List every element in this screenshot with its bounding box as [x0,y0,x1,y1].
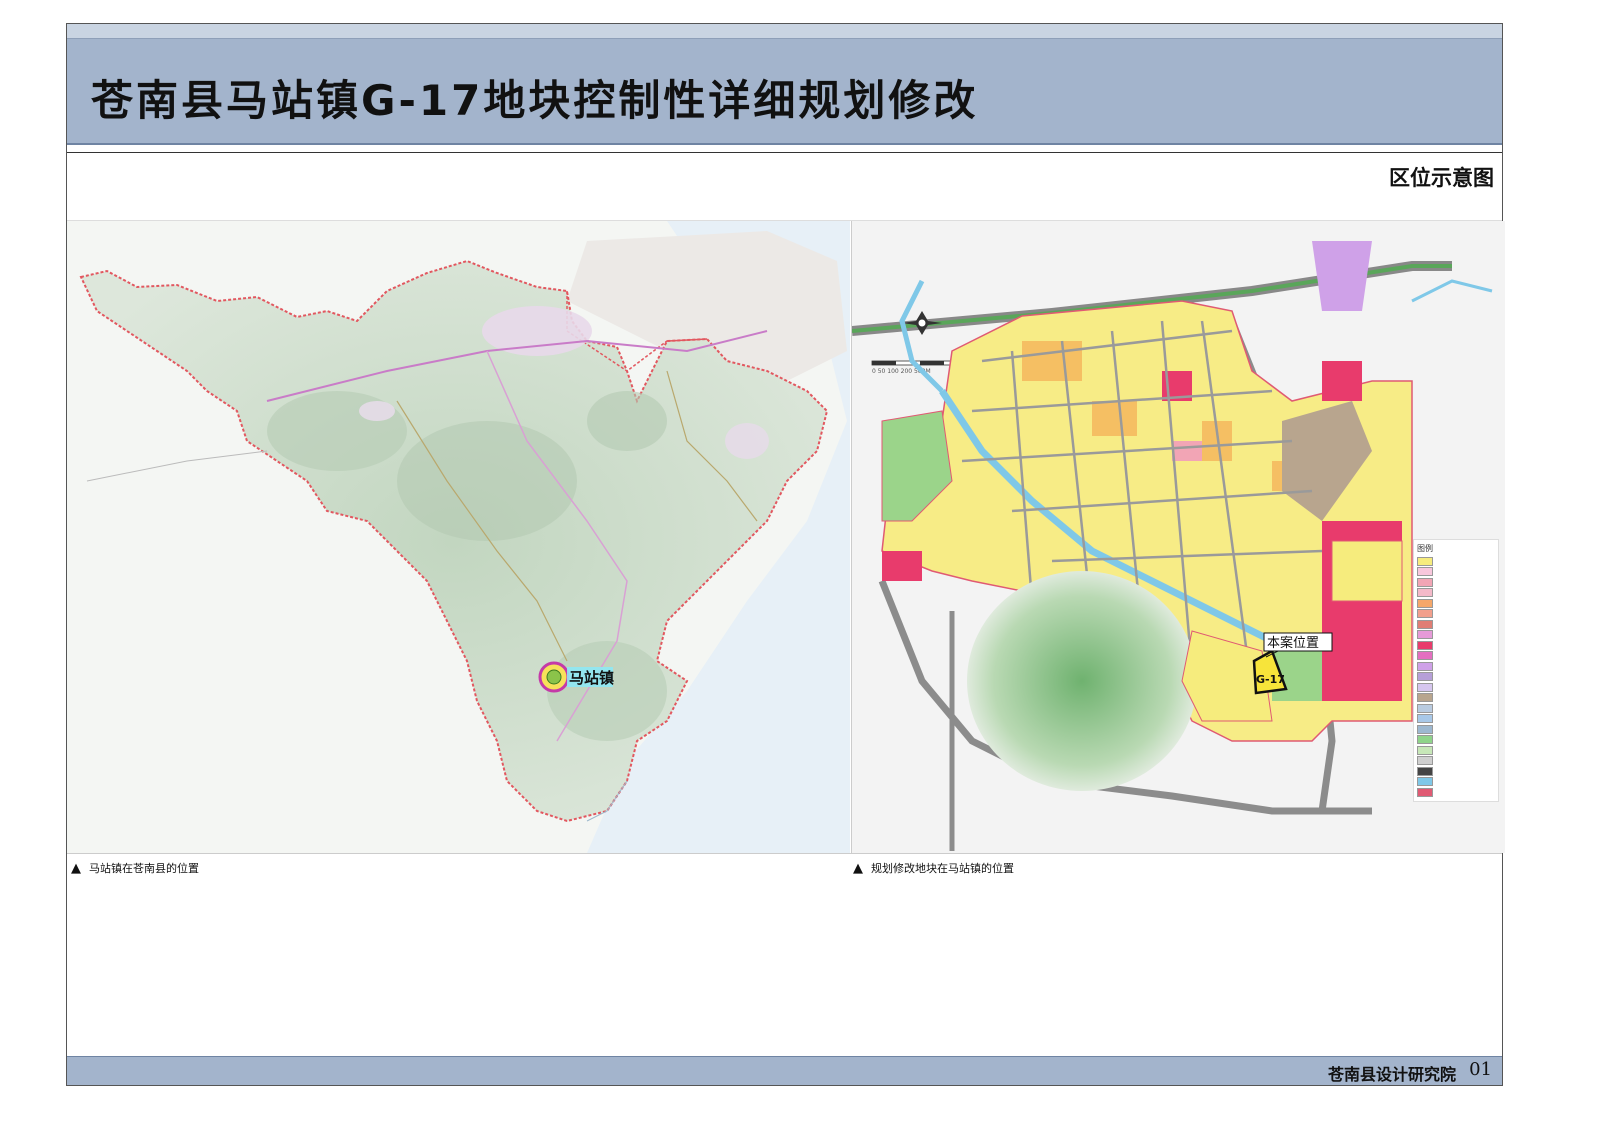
legend-item [1417,724,1495,735]
legend-item [1417,745,1495,756]
legend-item [1417,598,1495,609]
legend-swatch [1417,619,1433,629]
title-band: 苍南县马站镇G-17地块控制性详细规划修改 [67,39,1502,145]
legend-swatch [1417,745,1433,755]
triangle-icon: ▲ [71,861,81,876]
left-caption: ▲ 马站镇在苍南县的位置 [71,861,199,876]
legend-item [1417,588,1495,599]
legend-item [1417,640,1495,651]
legend-item [1417,693,1495,704]
triangle-icon: ▲ [853,861,863,876]
legend-item [1417,609,1495,620]
legend-item [1417,787,1495,798]
legend-swatch [1417,766,1433,776]
legend-item [1417,672,1495,683]
legend-swatch [1417,577,1433,587]
legend-item [1417,651,1495,662]
legend-swatch [1417,598,1433,608]
legend-swatch [1417,661,1433,671]
town-label: 马站镇 [569,669,614,687]
legend-swatch [1417,651,1433,661]
legend-item [1417,661,1495,672]
page-title: 苍南县马站镇G-17地块控制性详细规划修改 [91,76,979,125]
site-label: 本案位置 [1267,636,1319,651]
county-map-graphic: 马站镇 [67,221,850,853]
map-row: 马站镇 0 50 100 200 500M G-17 本案位置 图例 [67,220,1505,854]
legend-item [1417,735,1495,746]
legend-swatch [1417,724,1433,734]
drawing-sheet: 苍南县马站镇G-17地块控制性详细规划修改 区位示意图 马站镇 0 50 100… [66,23,1505,1086]
legend-swatch [1417,735,1433,745]
legend-item [1417,756,1495,767]
organization-name: 苍南县设计研究院 [1327,1065,1456,1084]
legend-swatch [1417,787,1433,797]
legend-swatch [1417,672,1433,682]
legend-item [1417,766,1495,777]
map-legend: 图例 [1413,539,1499,802]
legend-swatch [1417,756,1433,766]
legend-item [1417,556,1495,567]
top-strip [67,24,1502,39]
legend-item [1417,567,1495,578]
legend-item [1417,714,1495,725]
legend-swatch [1417,693,1433,703]
legend-swatch [1417,609,1433,619]
town-landuse-map: 0 50 100 200 500M G-17 本案位置 图例 [851,221,1505,853]
legend-item [1417,777,1495,788]
legend-swatch [1417,588,1433,598]
legend-item [1417,682,1495,693]
legend-swatch [1417,703,1433,713]
right-caption: ▲ 规划修改地块在马站镇的位置 [853,861,1014,876]
legend-swatch [1417,556,1433,566]
sheet-subtitle: 区位示意图 [1389,166,1494,190]
legend-swatch [1417,630,1433,640]
page-number: 01 [1469,1059,1492,1080]
parcel-label: G-17 [1256,673,1285,686]
legend-swatch [1417,567,1433,577]
legend-swatch [1417,682,1433,692]
legend-item [1417,703,1495,714]
legend-swatch [1417,777,1433,787]
divider [67,152,1502,153]
footer-band: 苍南县设计研究院 01 [67,1056,1502,1085]
legend-swatch [1417,640,1433,650]
legend-swatch [1417,714,1433,724]
legend-item [1417,619,1495,630]
legend-item [1417,577,1495,588]
county-location-map: 马站镇 [67,221,850,853]
legend-title: 图例 [1417,544,1433,553]
legend-item [1417,630,1495,641]
landuse-map-graphic: 0 50 100 200 500M G-17 本案位置 [852,221,1505,853]
